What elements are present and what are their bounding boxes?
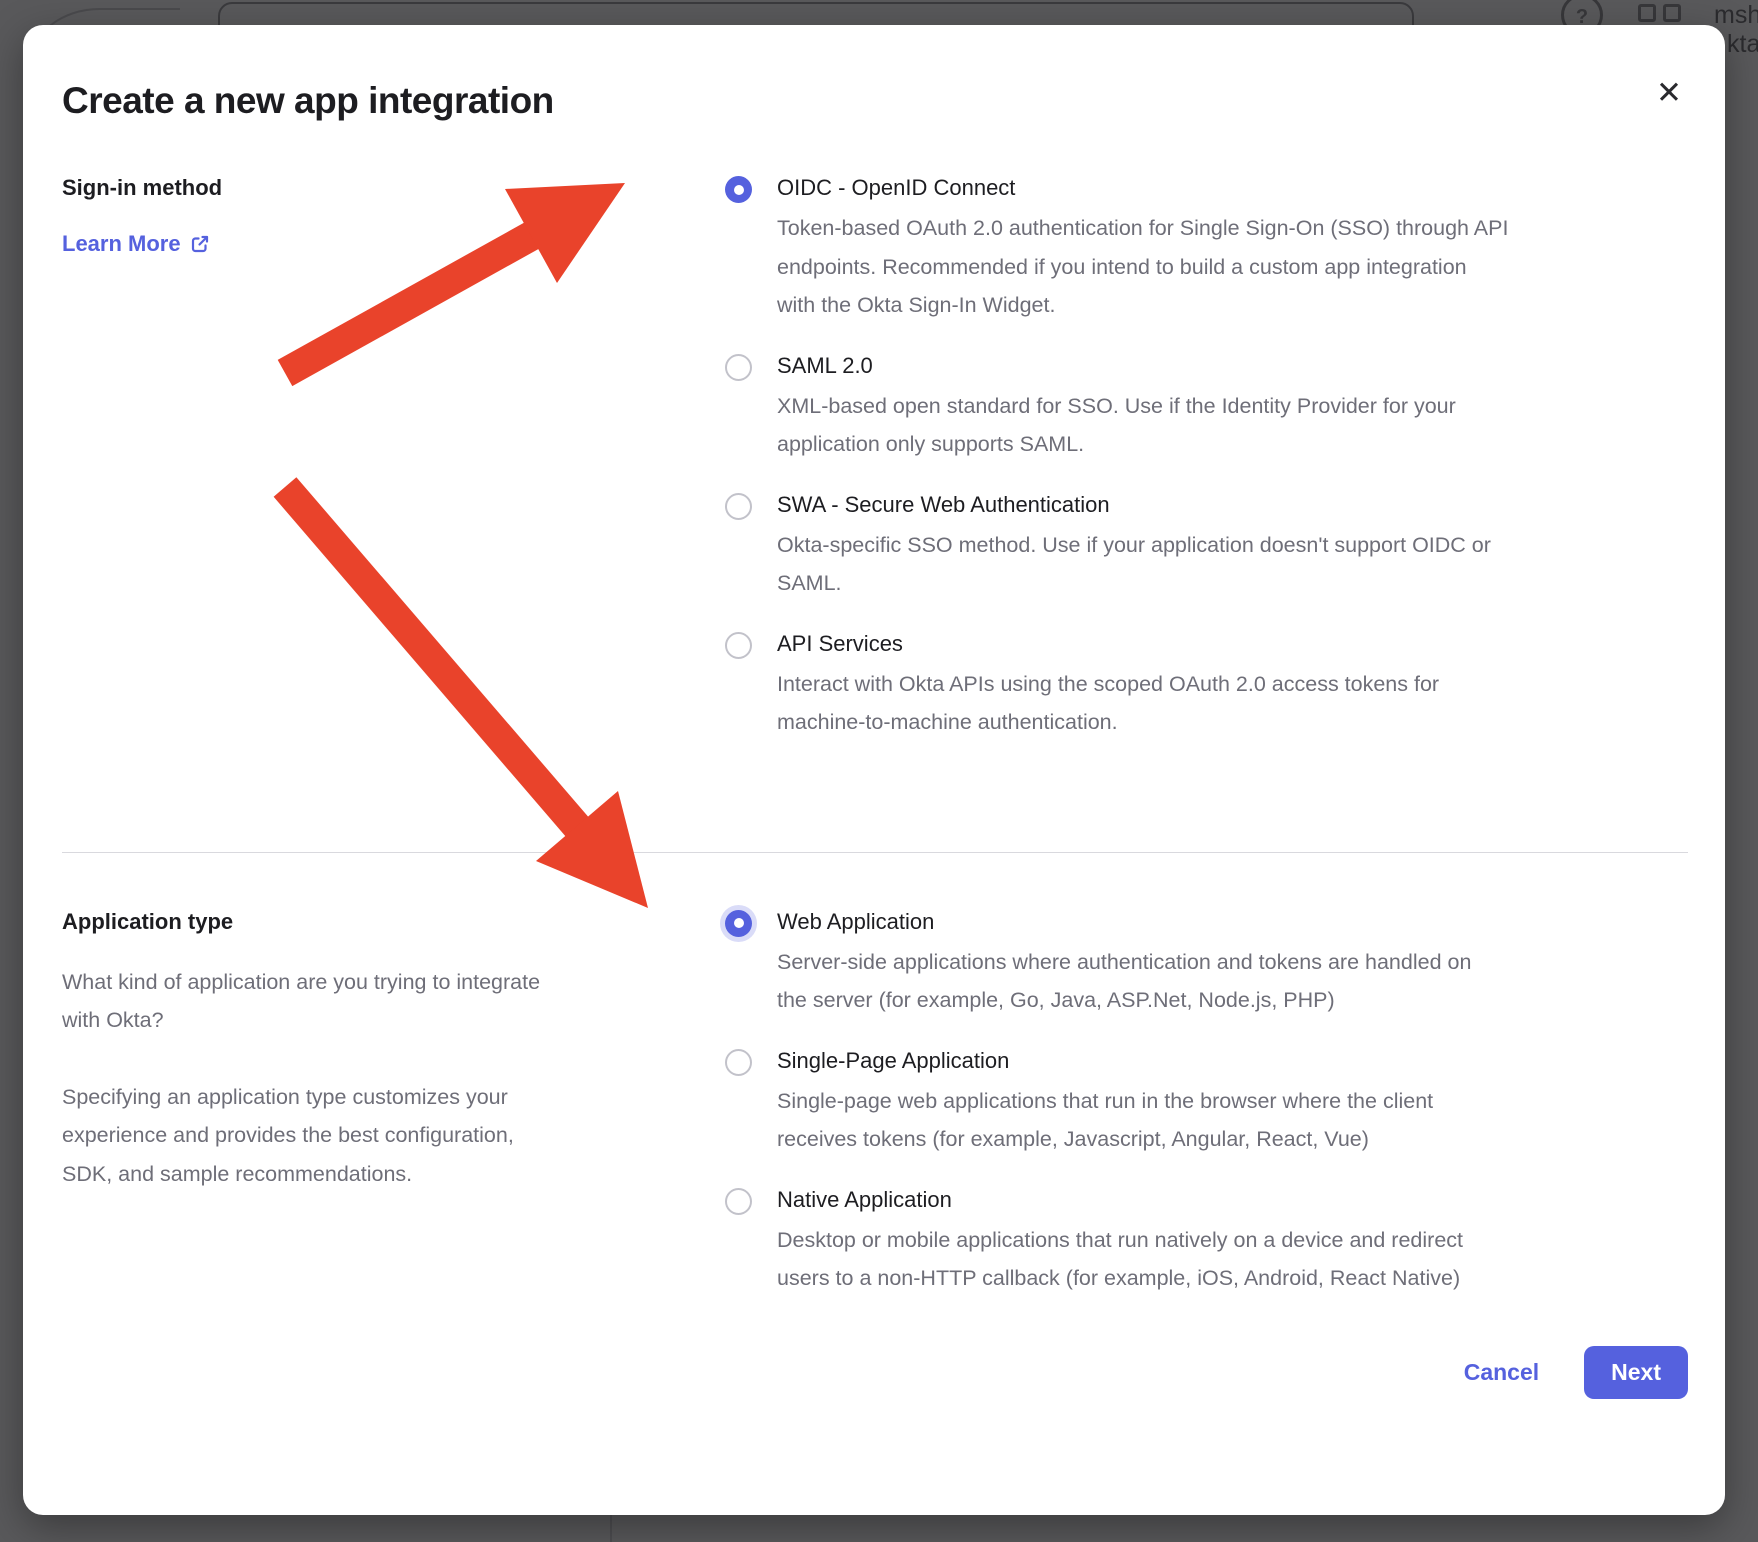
radio-option-single-page-application[interactable]: Single-Page Application Single-page web … [725, 1046, 1688, 1159]
radio-option-description: Server-side applications where authentic… [777, 943, 1471, 1020]
application-type-heading: Application type [62, 907, 622, 937]
radio-option-native-application[interactable]: Native Application Desktop or mobile app… [725, 1185, 1688, 1298]
radio-unselected-icon[interactable] [725, 632, 752, 659]
background-username-text: kta [1727, 30, 1758, 59]
cancel-button[interactable]: Cancel [1464, 1359, 1539, 1386]
apps-grid-icon [1663, 4, 1681, 22]
radio-option-description: XML-based open standard for SSO. Use if … [777, 387, 1456, 464]
radio-selected-icon[interactable] [725, 176, 752, 203]
radio-option-web-application[interactable]: Web Application Server-side applications… [725, 907, 1688, 1020]
radio-option-label: SAML 2.0 [777, 351, 1456, 381]
radio-unselected-icon[interactable] [725, 1049, 752, 1076]
learn-more-label: Learn More [62, 231, 181, 257]
radio-option-label: API Services [777, 629, 1439, 659]
signin-method-section: Sign-in method Learn More OIDC - OpenID … [62, 173, 1688, 742]
radio-option-api-services[interactable]: API Services Interact with Okta APIs usi… [725, 629, 1688, 742]
application-type-section: Application type What kind of applicatio… [62, 907, 1688, 1298]
radio-selected-icon[interactable] [725, 910, 752, 937]
radio-option-description: Okta-specific SSO method. Use if your ap… [777, 526, 1491, 603]
learn-more-link[interactable]: Learn More [62, 231, 210, 257]
radio-option-label: SWA - Secure Web Authentication [777, 490, 1491, 520]
create-app-integration-dialog: ✕ Create a new app integration Sign-in m… [23, 25, 1725, 1515]
application-type-intro: What kind of application are you trying … [62, 963, 622, 1040]
radio-unselected-icon[interactable] [725, 354, 752, 381]
radio-option-label: Single-Page Application [777, 1046, 1433, 1076]
application-type-intro: Specifying an application type customize… [62, 1078, 622, 1194]
radio-option-label: Native Application [777, 1185, 1463, 1215]
background-divider [610, 1513, 612, 1542]
background-username-text: msh [1714, 1, 1758, 30]
dialog-footer: Cancel Next [62, 1346, 1688, 1399]
signin-method-heading: Sign-in method [62, 173, 622, 203]
radio-option-oidc[interactable]: OIDC - OpenID Connect Token-based OAuth … [725, 173, 1688, 325]
radio-unselected-icon[interactable] [725, 493, 752, 520]
radio-option-description: Single-page web applications that run in… [777, 1082, 1433, 1159]
radio-option-label: OIDC - OpenID Connect [777, 173, 1508, 203]
apps-grid-icon [1638, 4, 1656, 22]
radio-option-swa[interactable]: SWA - Secure Web Authentication Okta-spe… [725, 490, 1688, 603]
radio-unselected-icon[interactable] [725, 1188, 752, 1215]
radio-option-saml[interactable]: SAML 2.0 XML-based open standard for SSO… [725, 351, 1688, 464]
external-link-icon [190, 234, 210, 254]
radio-option-label: Web Application [777, 907, 1471, 937]
close-icon[interactable]: ✕ [1647, 71, 1691, 115]
next-button[interactable]: Next [1584, 1346, 1688, 1399]
radio-option-description: Interact with Okta APIs using the scoped… [777, 665, 1439, 742]
radio-option-description: Token-based OAuth 2.0 authentication for… [777, 209, 1508, 325]
section-divider [62, 852, 1688, 853]
radio-option-description: Desktop or mobile applications that run … [777, 1221, 1463, 1298]
dialog-title: Create a new app integration [62, 79, 1688, 123]
